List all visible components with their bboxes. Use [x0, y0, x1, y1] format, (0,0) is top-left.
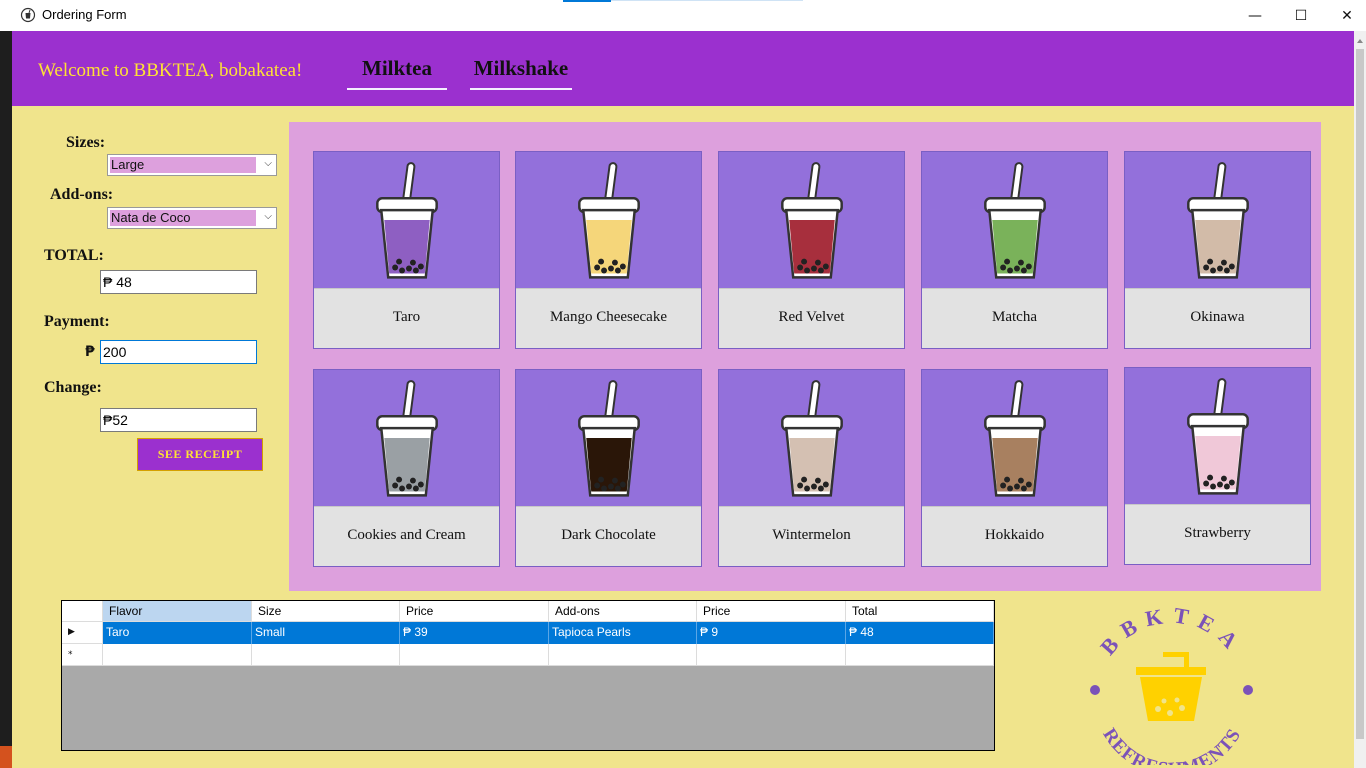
order-grid[interactable]: Flavor Size Price Add-ons Price Total ▶ … [61, 600, 995, 751]
logo-top-text: BBKTEA [1095, 605, 1240, 660]
product-card-dark-chocolate[interactable]: Dark Chocolate [515, 369, 702, 567]
scrollbar-thumb[interactable] [1356, 49, 1364, 739]
scroll-up-icon[interactable] [1357, 39, 1363, 43]
minimize-button[interactable]: — [1232, 0, 1278, 31]
grid-header-size[interactable]: Size [252, 601, 400, 622]
bubble-tea-cup-icon [1187, 378, 1249, 495]
grid-header-flavor[interactable]: Flavor [103, 601, 252, 622]
tab-underline [347, 88, 447, 90]
bubble-tea-cup-icon [781, 380, 843, 497]
product-card-mango-cheesecake[interactable]: Mango Cheesecake [515, 151, 702, 349]
logo-dot [1243, 685, 1253, 695]
new-row-cell[interactable] [549, 644, 697, 666]
sizes-label: Sizes: [66, 134, 106, 151]
product-name: Okinawa [1125, 288, 1310, 348]
cell-size[interactable]: Small [252, 622, 400, 644]
addons-label: Add-ons: [50, 186, 114, 203]
chevron-down-icon[interactable]: ⌵ [264, 158, 272, 169]
bubble-tea-cup-icon [984, 162, 1046, 279]
bubble-tea-cup-icon [781, 162, 843, 279]
product-card-matcha[interactable]: Matcha [921, 151, 1108, 349]
product-name: Matcha [922, 288, 1107, 348]
tab-milkshake-label: Milkshake [473, 56, 569, 80]
close-button[interactable]: ✕ [1324, 0, 1366, 31]
cell-addon-price[interactable]: ₱ 9 [697, 622, 846, 644]
product-name: Taro [314, 288, 499, 348]
maximize-button[interactable]: ☐ [1278, 0, 1324, 31]
payment-input[interactable]: 200 [100, 340, 257, 364]
logo-cup-icon [1136, 652, 1206, 721]
product-card-cookies-and-cream[interactable]: Cookies and Cream [313, 369, 500, 567]
see-receipt-button[interactable]: SEE RECEIPT [137, 438, 263, 471]
bubble-tea-cup-icon [1187, 162, 1249, 279]
bubble-tea-cup-icon [578, 380, 640, 497]
bubble-tea-cup-icon [376, 162, 438, 279]
grid-header-total[interactable]: Total [846, 601, 994, 622]
product-card-red-velvet[interactable]: Red Velvet [718, 151, 905, 349]
product-name: Wintermelon [719, 506, 904, 566]
product-card-wintermelon[interactable]: Wintermelon [718, 369, 905, 567]
new-row-cell[interactable] [697, 644, 846, 666]
product-card-okinawa[interactable]: Okinawa [1124, 151, 1311, 349]
new-row-cell[interactable] [400, 644, 549, 666]
bubble-tea-cup-icon [376, 380, 438, 497]
product-name: Hokkaido [922, 506, 1107, 566]
new-row-cell[interactable] [252, 644, 400, 666]
tab-underline [470, 88, 572, 90]
new-row-cell[interactable] [103, 644, 252, 666]
window-title: Ordering Form [42, 7, 127, 22]
new-row-marker[interactable]: * [62, 644, 103, 666]
svg-text:BBKTEA: BBKTEA [1095, 605, 1249, 660]
peso-symbol: ₱ [85, 344, 95, 360]
total-label: TOTAL: [44, 247, 104, 264]
payment-label: Payment: [44, 313, 110, 330]
app-icon [20, 7, 36, 23]
row-indicator-icon[interactable]: ▶ [62, 622, 103, 644]
tab-milktea-label: Milktea [362, 56, 432, 80]
welcome-text: Welcome to BBKTEA, bobakatea! [38, 60, 303, 81]
grid-header-addons[interactable]: Add-ons [549, 601, 697, 622]
bbktea-logo: BBKTEA REFRESHMENTS [1090, 605, 1253, 765]
addon-dropdown[interactable]: Nata de Coco ⌵ [107, 207, 277, 229]
logo-bottom-text: REFRESHMENTS [1098, 725, 1244, 765]
product-card-strawberry[interactable]: Strawberry [1124, 367, 1311, 565]
cell-price[interactable]: ₱ 39 [400, 622, 549, 644]
cell-total[interactable]: ₱ 48 [846, 622, 994, 644]
background-window-edge [0, 31, 12, 768]
addon-value: Nata de Coco [110, 210, 256, 226]
taskbar-accent-faint [611, 0, 803, 1]
product-name: Cookies and Cream [314, 506, 499, 566]
cell-addons[interactable]: Tapioca Pearls [549, 622, 697, 644]
bubble-tea-cup-icon [578, 162, 640, 279]
title-bar: Ordering Form — ☐ ✕ [0, 0, 1366, 31]
size-dropdown[interactable]: Large ⌵ [107, 154, 277, 176]
product-card-taro[interactable]: Taro [313, 151, 500, 349]
total-field[interactable]: ₱ 48 [100, 270, 257, 294]
vertical-scrollbar[interactable] [1354, 31, 1366, 768]
size-value: Large [110, 157, 256, 173]
grid-header-price[interactable]: Price [400, 601, 549, 622]
product-name: Strawberry [1125, 504, 1310, 564]
product-name: Mango Cheesecake [516, 288, 701, 348]
taskbar-accent [563, 0, 611, 2]
product-card-hokkaido[interactable]: Hokkaido [921, 369, 1108, 567]
product-name: Dark Chocolate [516, 506, 701, 566]
product-name: Red Velvet [719, 288, 904, 348]
change-label: Change: [44, 379, 102, 396]
tab-milktea[interactable]: Milktea [347, 56, 447, 90]
svg-text:REFRESHMENTS: REFRESHMENTS [1098, 725, 1245, 765]
cell-flavor[interactable]: Taro [103, 622, 252, 644]
change-field[interactable]: ₱52 [100, 408, 257, 432]
tab-milkshake[interactable]: Milkshake [470, 56, 572, 90]
bubble-tea-cup-icon [984, 380, 1046, 497]
grid-header-addon-price[interactable]: Price [697, 601, 846, 622]
grid-corner-header [62, 601, 103, 622]
logo-dot [1090, 685, 1100, 695]
chevron-down-icon[interactable]: ⌵ [264, 211, 272, 222]
new-row-cell[interactable] [846, 644, 994, 666]
